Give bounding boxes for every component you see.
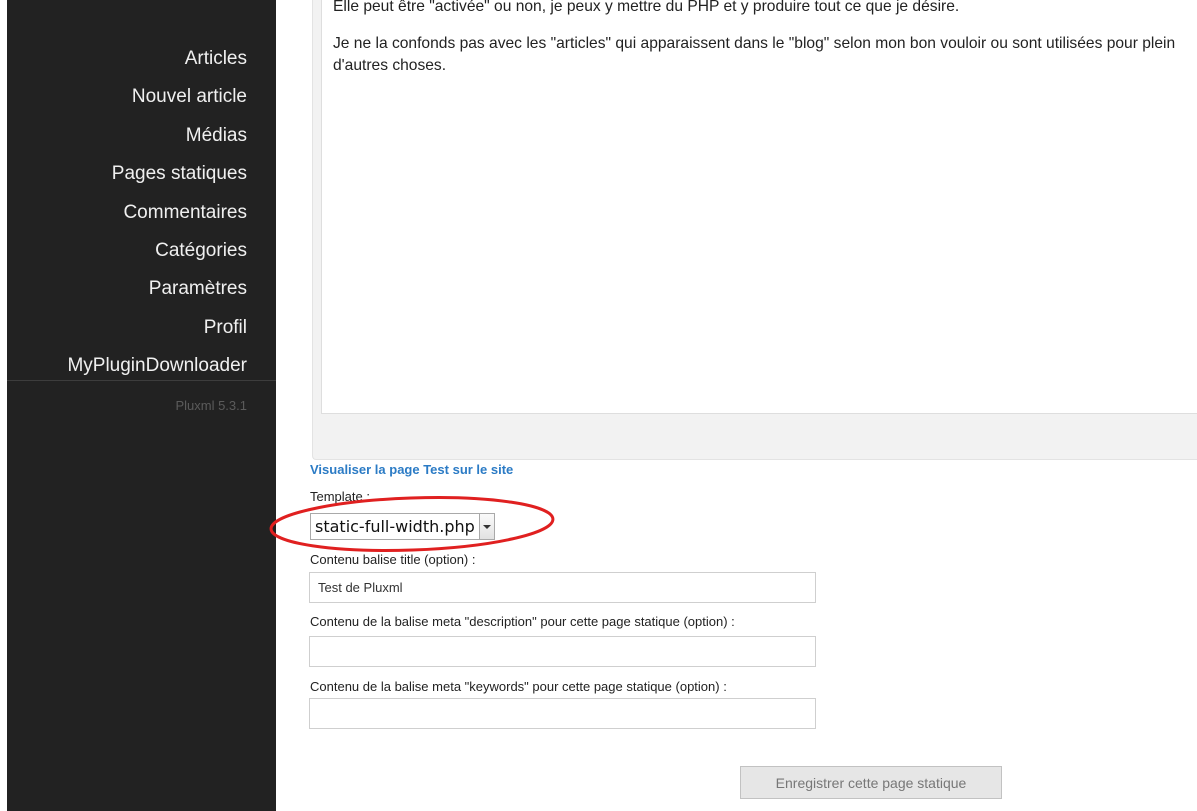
sidebar-item-articles[interactable]: Articles [67, 42, 247, 80]
version-label: Pluxml 5.3.1 [175, 398, 247, 413]
editor-text: Elle peut être "activée" ou non, je peux… [333, 0, 1191, 77]
view-page-link[interactable]: Visualiser la page Test sur le site [310, 462, 513, 477]
sidebar-item-new-article[interactable]: Nouvel article [67, 80, 247, 118]
editor-frame: Elle peut être "activée" ou non, je peux… [312, 0, 1197, 460]
sidebar-item-comments[interactable]: Commentaires [67, 196, 247, 234]
admin-nav: Articles Nouvel article Médias Pages sta… [67, 42, 247, 388]
keywords-label: Contenu de la balise meta "keywords" pou… [310, 679, 727, 694]
description-label: Contenu de la balise meta "description" … [310, 614, 735, 629]
dropdown-arrow-icon[interactable] [478, 514, 494, 539]
sidebar-divider [7, 380, 276, 381]
editor-paragraph-1: Elle peut être "activée" ou non, je peux… [333, 0, 960, 15]
sidebar-item-static-pages[interactable]: Pages statiques [67, 157, 247, 195]
sidebar-item-profile[interactable]: Profil [67, 311, 247, 349]
meta-keywords-input[interactable] [309, 698, 816, 729]
template-select[interactable]: static-full-width.php [310, 513, 495, 540]
sidebar-item-settings[interactable]: Paramètres [67, 272, 247, 310]
content-editor[interactable]: Elle peut être "activée" ou non, je peux… [321, 0, 1197, 414]
admin-sidebar: Articles Nouvel article Médias Pages sta… [7, 0, 276, 811]
save-static-page-button[interactable]: Enregistrer cette page statique [740, 766, 1002, 799]
meta-description-input[interactable] [309, 636, 816, 667]
title-input[interactable] [309, 572, 816, 603]
sidebar-item-media[interactable]: Médias [67, 119, 247, 157]
template-label: Template : [310, 489, 370, 504]
title-label: Contenu balise title (option) : [310, 552, 476, 567]
editor-paragraph-2: Je ne la confonds pas avec les "articles… [333, 35, 1176, 74]
template-selected-value: static-full-width.php [315, 517, 475, 536]
sidebar-item-myplugindownloader[interactable]: MyPluginDownloader [67, 349, 247, 387]
sidebar-item-categories[interactable]: Catégories [67, 234, 247, 272]
